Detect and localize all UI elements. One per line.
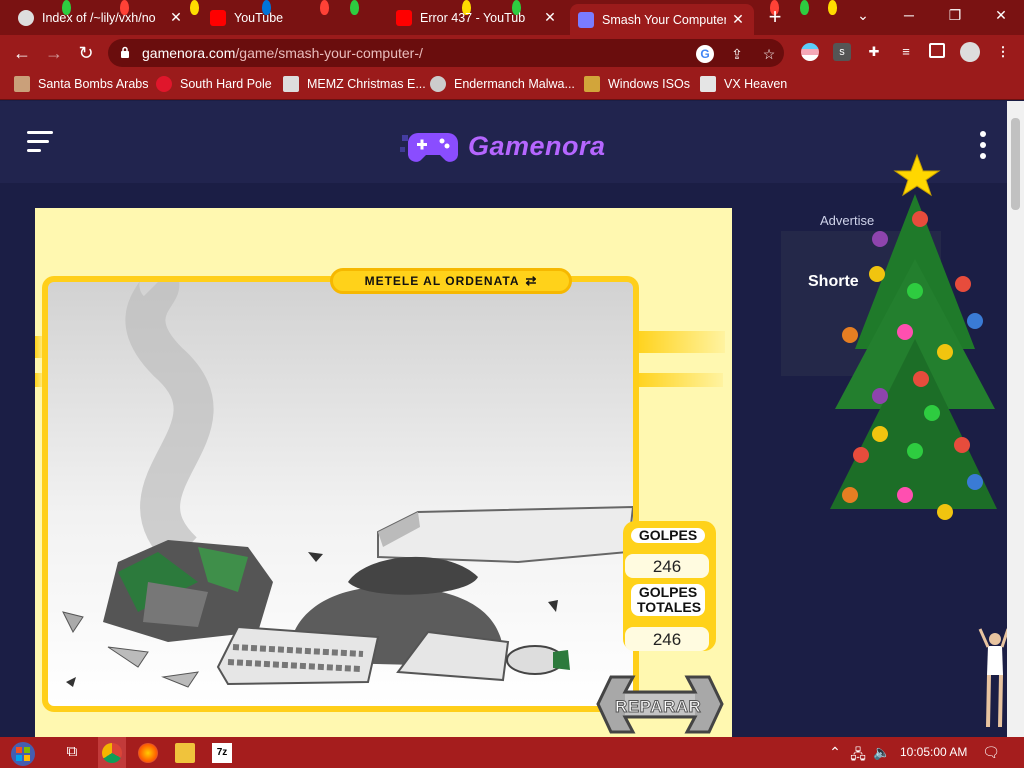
puzzle-extensions-icon[interactable]: ✚ [865,43,883,61]
youtube-icon [210,9,226,26]
browser-toolbar: ← → ↻ gamenora.com/game/smash-your-compu… [0,35,1024,70]
total-hits-label: GOLPES TOTALES [631,584,705,616]
enderman-icon [430,76,446,92]
back-button[interactable]: ← [10,41,34,65]
tab-index-of-lily[interactable]: Index of /~lily/vxh/no ✕ [10,4,192,31]
firefox-taskbar-icon[interactable] [138,743,158,763]
close-window-button[interactable]: ✕ [978,0,1024,30]
bookmark-windows-isos[interactable]: Windows ISOs [584,76,690,92]
url-text[interactable]: gamenora.com/game/smash-your-computer-/ [142,45,423,61]
7zip-taskbar-icon[interactable]: 7z [212,743,232,763]
bookmark-endermanch-malware[interactable]: Endermanch Malwa... [430,76,575,92]
notifications-icon[interactable]: 🗨 [982,744,1000,761]
tab-strip: Index of /~lily/vxh/no ✕ YouTube Error 4… [0,0,1024,35]
bookmarks-bar: Santa Bombs Arabs South Hard Pole MEMZ C… [0,70,1024,100]
game-title-banner: METELE AL ORDENATA ⇄ [330,268,572,294]
tab-youtube[interactable]: YouTube [202,4,382,31]
tab-close-icon[interactable]: ✕ [542,9,558,26]
globe-icon [18,9,34,26]
scrollbar-thumb[interactable] [1011,118,1020,210]
file-explorer-icon[interactable] [175,743,195,763]
bookmark-star-icon[interactable]: ☆ [760,45,778,63]
decorative-stripe [635,331,725,353]
bookmark-vx-heaven[interactable]: VX Heaven [700,76,787,92]
restore-button[interactable]: ❐ [932,0,978,30]
repair-button-label[interactable]: REPARAR [615,697,702,717]
side-panel-icon[interactable] [929,43,945,58]
game-canvas[interactable]: METELE AL ORDENATA ⇄ GOLPES 246 GOLPES T… [35,208,732,737]
smash-scene[interactable] [42,276,639,712]
vx-heaven-icon [700,76,716,92]
site-logo-text: Gamenora [468,130,606,161]
bookmark-south-hard-pole[interactable]: South Hard Pole [156,76,272,92]
system-clock[interactable]: 10:05:00 AM [900,745,967,759]
tab-close-icon[interactable]: ✕ [168,9,184,26]
christmas-tree-decoration [830,153,997,520]
windows-taskbar: ⧉ 7z ⌃ 🖧 🔈 10:05:00 AM 🗨 [0,737,1024,768]
address-bar[interactable]: gamenora.com/game/smash-your-computer-/ … [108,39,784,67]
tab-error-437-youtube[interactable]: Error 437 - YouTub ✕ [388,4,566,31]
total-hits-value: 246 [625,627,709,651]
gamepad-logo-icon [400,133,458,162]
tab-search-button[interactable]: ⌄ [840,0,886,30]
hits-value: 246 [625,554,709,578]
gamepad-icon [578,11,594,28]
reload-button[interactable]: ↻ [74,41,98,65]
volume-icon[interactable]: 🔈 [873,744,891,761]
start-button-icon[interactable] [10,741,36,767]
chrome-taskbar-icon[interactable] [102,743,122,763]
minimize-button[interactable]: ─ [886,0,932,30]
extension-s-icon[interactable]: s [833,43,851,61]
red-star-icon [156,76,172,92]
hits-label: GOLPES [631,528,705,543]
dancer-figure-decoration [978,628,1007,728]
document-icon [283,76,299,92]
lock-icon[interactable] [120,46,130,59]
new-tab-button[interactable]: + [762,5,788,31]
windows-iso-icon [584,76,600,92]
tab-smash-your-computer[interactable]: Smash Your Computer ✕ [570,4,754,35]
decorative-stripe [635,373,723,387]
light-bulb-decoration [828,0,837,15]
site-logo[interactable]: Gamenora [400,127,606,165]
bookmark-memz-christmas[interactable]: MEMZ Christmas E... [283,76,426,92]
swap-arrows-icon: ⇄ [525,273,538,288]
menu-dots-icon[interactable]: ⋮ [994,43,1012,61]
light-bulb-decoration [800,0,809,15]
task-view-icon[interactable]: ⧉ [62,743,82,763]
santa-icon [14,76,30,92]
media-queue-icon[interactable]: ≡ [897,43,915,61]
web-page: Gamenora Advertise Shorte METELE AL ORDE… [0,101,1007,737]
google-icon[interactable]: G [696,45,714,63]
tab-close-icon[interactable]: ✕ [730,11,746,28]
youtube-icon [396,9,412,26]
extension-flag-icon[interactable] [801,43,819,61]
network-icon[interactable]: 🖧 [849,744,867,768]
share-icon[interactable]: ⇪ [728,45,746,63]
profile-avatar-icon[interactable] [960,42,980,62]
smashed-computer-illustration[interactable] [48,282,633,706]
forward-button[interactable]: → [42,41,66,65]
hamburger-menu-icon[interactable] [27,131,55,155]
bookmark-santa-bombs-arabs[interactable]: Santa Bombs Arabs [14,76,148,92]
tray-overflow-icon[interactable]: ⌃ [826,744,844,761]
